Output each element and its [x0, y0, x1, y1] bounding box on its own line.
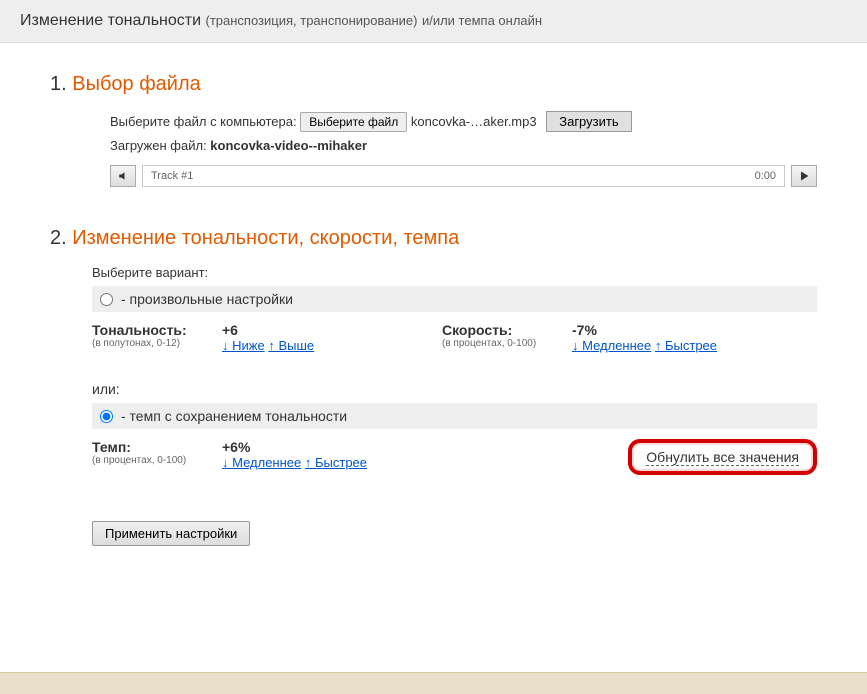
tempo-faster-link[interactable]: ↑ Быстрее	[305, 455, 367, 470]
loaded-file-name: koncovka-video--mihaker	[210, 138, 367, 153]
speed-slower-link[interactable]: ↓ Медленнее	[572, 338, 651, 353]
section2-num: 2.	[50, 227, 67, 249]
tempo-value: +6%	[222, 439, 392, 455]
header-sub: (транспозиция, транспонирование)	[206, 13, 418, 28]
page-header: Изменение тональности (транспозиция, тра…	[0, 0, 867, 43]
track-label: Track #1	[151, 170, 193, 182]
speed-hint: (в процентах, 0-100)	[442, 338, 572, 349]
speed-faster-link[interactable]: ↑ Быстрее	[655, 338, 717, 353]
speaker-icon	[117, 170, 129, 182]
reset-highlight: Обнулить все значения	[628, 439, 817, 475]
tone-lower-link[interactable]: ↓ Ниже	[222, 338, 265, 353]
tempo-label: Темп:	[92, 439, 222, 455]
section2-heading: 2. Изменение тональности, скорости, темп…	[50, 227, 817, 250]
tone-hint: (в полутонах, 0-12)	[92, 338, 222, 349]
radio-row-custom[interactable]: - произвольные настройки	[92, 286, 817, 312]
radio-row-tempo[interactable]: - темп с сохранением тональности	[92, 403, 817, 429]
radio-tempo-label: - темп с сохранением тональности	[121, 408, 347, 424]
section1-num: 1.	[50, 73, 67, 95]
play-button[interactable]	[791, 165, 817, 187]
radio-tempo[interactable]	[100, 410, 113, 423]
audio-player: Track #1 0:00	[110, 165, 817, 187]
radio-custom-label: - произвольные настройки	[121, 291, 293, 307]
footer-strip	[0, 672, 867, 694]
section1-title: Выбор файла	[72, 73, 201, 95]
tempo-hint: (в процентах, 0-100)	[92, 455, 222, 466]
mute-button[interactable]	[110, 165, 136, 187]
track-time: 0:00	[755, 170, 776, 182]
header-tail: и/или темпа онлайн	[422, 13, 542, 28]
reset-all-link[interactable]: Обнулить все значения	[646, 449, 799, 466]
loaded-prefix: Загружен файл:	[110, 138, 207, 153]
tempo-slower-link[interactable]: ↓ Медленнее	[222, 455, 301, 470]
section1-heading: 1. Выбор файла	[50, 73, 817, 96]
speed-label: Скорость:	[442, 322, 572, 338]
tone-value: +6	[222, 322, 392, 338]
speed-value: -7%	[572, 322, 717, 338]
apply-settings-button[interactable]: Применить настройки	[92, 521, 250, 546]
radio-custom[interactable]	[100, 293, 113, 306]
tone-label: Тональность:	[92, 322, 222, 338]
track-progress[interactable]: Track #1 0:00	[142, 165, 785, 187]
or-label: или:	[92, 381, 817, 397]
chosen-file-name: koncovka-…aker.mp3	[411, 114, 537, 129]
tone-higher-link[interactable]: ↑ Выше	[268, 338, 314, 353]
header-title: Изменение тональности	[20, 12, 201, 29]
play-icon	[798, 170, 810, 182]
upload-button[interactable]: Загрузить	[546, 111, 631, 132]
choose-file-button[interactable]: Выберите файл	[300, 112, 407, 132]
section2-title: Изменение тональности, скорости, темпа	[72, 227, 459, 249]
choose-file-label: Выберите файл с компьютера:	[110, 114, 297, 129]
choose-variant-label: Выберите вариант:	[92, 265, 817, 280]
